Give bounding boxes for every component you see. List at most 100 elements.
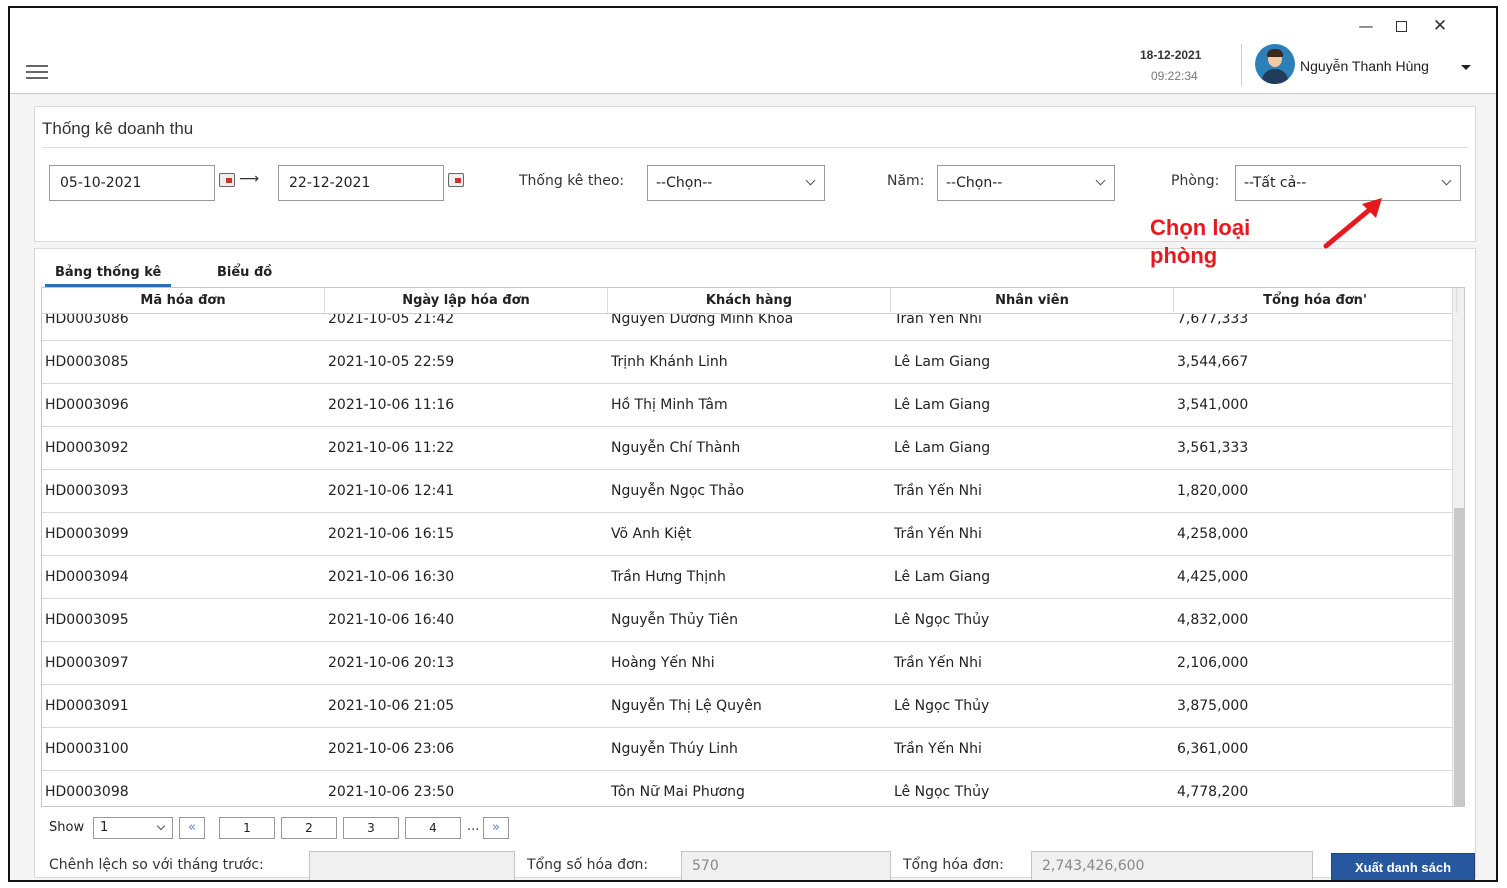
room-value: --Tất cả-- xyxy=(1244,175,1307,191)
column-header-total[interactable]: Tổng hóa đơn' xyxy=(1174,288,1457,313)
table-row[interactable]: HD0003091 2021-10-06 21:05 Nguyễn Thị Lệ Q… xyxy=(42,685,1452,728)
minimize-button[interactable]: — xyxy=(1348,14,1384,38)
cell-customer: Võ Anh Kiệt xyxy=(611,526,692,542)
user-name[interactable]: Nguyễn Thanh Hùng xyxy=(1300,58,1429,74)
table-body: HD0003086 2021-10-05 21:42 Nguyễn Dương Mi… xyxy=(42,298,1452,806)
arrow-right-icon: ⟶ xyxy=(239,171,260,187)
avatar-hair xyxy=(1267,49,1283,57)
diff-field xyxy=(309,851,515,880)
cell-total: 3,544,667 xyxy=(1177,354,1249,370)
cell-invoice-id: HD0003085 xyxy=(45,354,129,370)
column-header-staff[interactable]: Nhân viên xyxy=(891,288,1174,313)
cell-staff: Lê Lam Giang xyxy=(894,397,991,413)
cell-customer: Trịnh Khánh Linh xyxy=(611,354,728,370)
page-button-4[interactable]: 4 xyxy=(405,817,461,839)
table-row[interactable]: HD0003097 2021-10-06 20:13 Hoàng Yến Nhi Tr… xyxy=(42,642,1452,685)
cell-staff: Trần Yến Nhi xyxy=(894,741,982,757)
cell-staff: Lê Ngọc Thủy xyxy=(894,612,990,628)
pager-ellipsis: ... xyxy=(467,819,480,834)
cell-created-date: 2021-10-06 11:16 xyxy=(328,397,455,413)
invoice-count-label: Tổng số hóa đơn: xyxy=(527,857,649,873)
cell-created-date: 2021-10-06 16:30 xyxy=(328,569,455,585)
cell-total: 3,875,000 xyxy=(1177,698,1249,714)
to-date-field[interactable]: 22-12-2021 xyxy=(278,165,444,201)
tab-statistics-table[interactable]: Bảng thống kê xyxy=(45,261,172,287)
stat-by-value: --Chọn-- xyxy=(656,175,713,191)
page-size-value: 1 xyxy=(100,820,109,835)
close-button[interactable]: ✕ xyxy=(1422,14,1458,38)
from-date-field[interactable]: 05-10-2021 xyxy=(49,165,215,201)
cell-created-date: 2021-10-06 16:15 xyxy=(328,526,455,542)
export-list-button[interactable]: Xuất danh sách xyxy=(1331,853,1475,880)
stat-by-select[interactable]: --Chọn-- xyxy=(647,165,825,201)
avatar[interactable] xyxy=(1255,44,1295,84)
cell-staff: Trần Yến Nhi xyxy=(894,526,982,542)
cell-created-date: 2021-10-06 20:13 xyxy=(328,655,455,671)
current-date: 18-12-2021 xyxy=(1140,48,1202,62)
table-row[interactable]: HD0003096 2021-10-06 11:16 Hồ Thị Minh Tâm… xyxy=(42,384,1452,427)
calendar-icon[interactable] xyxy=(448,173,464,187)
cell-total: 3,541,000 xyxy=(1177,397,1249,413)
cell-total: 1,820,000 xyxy=(1177,483,1249,499)
cell-staff: Lê Ngọc Thủy xyxy=(894,784,990,800)
scrollbar-thumb[interactable] xyxy=(1454,508,1464,806)
column-header-created-date[interactable]: Ngày lập hóa đơn xyxy=(325,288,608,313)
calendar-icon[interactable] xyxy=(219,173,235,187)
page-button-2[interactable]: 2 xyxy=(281,817,337,839)
header-divider xyxy=(1241,44,1242,86)
cell-customer: Nguyễn Thúy Linh xyxy=(611,741,738,757)
cell-staff: Trần Yến Nhi xyxy=(894,655,982,671)
chevron-down-icon xyxy=(805,175,816,186)
table-header: Mã hóa đơn Ngày lập hóa đơn Khách hàng N… xyxy=(42,288,1457,314)
chevron-down-icon xyxy=(1095,175,1106,186)
invoice-count-field: 570 xyxy=(681,851,891,880)
divider xyxy=(42,147,1468,148)
table-row[interactable]: HD0003098 2021-10-06 23:50 Tôn Nữ Mai Phươ… xyxy=(42,771,1452,806)
chevron-down-icon xyxy=(1441,175,1452,186)
table-row[interactable]: HD0003085 2021-10-05 22:59 Trịnh Khánh Lin… xyxy=(42,341,1452,384)
maximize-button[interactable] xyxy=(1383,14,1419,38)
invoice-total-label: Tổng hóa đơn: xyxy=(903,857,1004,873)
page-button-1[interactable]: 1 xyxy=(219,817,275,839)
cell-invoice-id: HD0003093 xyxy=(45,483,129,499)
table-row[interactable]: HD0003099 2021-10-06 16:15 Võ Anh Kiệt Trần… xyxy=(42,513,1452,556)
cell-customer: Trần Hưng Thịnh xyxy=(611,569,726,585)
diff-label: Chênh lệch so với tháng trước: xyxy=(49,857,264,873)
cell-total: 2,106,000 xyxy=(1177,655,1249,671)
table-row[interactable]: HD0003093 2021-10-06 12:41 Nguyễn Ngọc Thả… xyxy=(42,470,1452,513)
show-label: Show xyxy=(49,820,85,835)
cell-customer: Tôn Nữ Mai Phương xyxy=(611,784,745,800)
cell-total: 4,832,000 xyxy=(1177,612,1249,628)
invoice-total-field: 2,743,426,600 xyxy=(1031,851,1313,880)
table-row[interactable]: HD0003100 2021-10-06 23:06 Nguyễn Thúy Lin… xyxy=(42,728,1452,771)
annotation-line-1: Chọn loại xyxy=(1150,215,1251,240)
caret-down-icon[interactable] xyxy=(1461,65,1471,70)
cell-staff: Lê Lam Giang xyxy=(894,569,991,585)
results-panel: Bảng thống kê Biểu đồ Mã hóa đơn Ngày lậ… xyxy=(34,248,1476,880)
page-size-select[interactable]: 1 xyxy=(93,817,173,839)
first-page-button[interactable]: « xyxy=(179,817,205,839)
stat-by-label: Thống kê theo: xyxy=(519,173,625,189)
year-select[interactable]: --Chọn-- xyxy=(937,165,1115,201)
cell-total: 4,425,000 xyxy=(1177,569,1249,585)
page-button-3[interactable]: 3 xyxy=(343,817,399,839)
avatar-body xyxy=(1262,69,1288,84)
cell-staff: Trần Yến Nhi xyxy=(894,483,982,499)
cell-total: 6,361,000 xyxy=(1177,741,1249,757)
cell-invoice-id: HD0003094 xyxy=(45,569,129,585)
table-row[interactable]: HD0003094 2021-10-06 16:30 Trần Hưng Thịnh… xyxy=(42,556,1452,599)
cell-invoice-id: HD0003096 xyxy=(45,397,129,413)
tab-chart[interactable]: Biểu đồ xyxy=(207,261,282,287)
menu-icon[interactable] xyxy=(26,65,48,79)
table-row[interactable]: HD0003092 2021-10-06 11:22 Nguyễn Chí Thàn… xyxy=(42,427,1452,470)
cell-customer: Nguyễn Chí Thành xyxy=(611,440,741,456)
last-page-button[interactable]: » xyxy=(483,817,509,839)
annotation-arrow-icon xyxy=(1323,198,1382,249)
column-header-invoice-id[interactable]: Mã hóa đơn xyxy=(42,288,325,313)
table-row[interactable]: HD0003095 2021-10-06 16:40 Nguyễn Thủy Tiê… xyxy=(42,599,1452,642)
vertical-scrollbar[interactable] xyxy=(1452,288,1464,806)
column-header-customer[interactable]: Khách hàng xyxy=(608,288,891,313)
cell-staff: Lê Lam Giang xyxy=(894,354,991,370)
cell-customer: Nguyễn Ngọc Thảo xyxy=(611,483,745,499)
cell-created-date: 2021-10-06 23:50 xyxy=(328,784,455,800)
